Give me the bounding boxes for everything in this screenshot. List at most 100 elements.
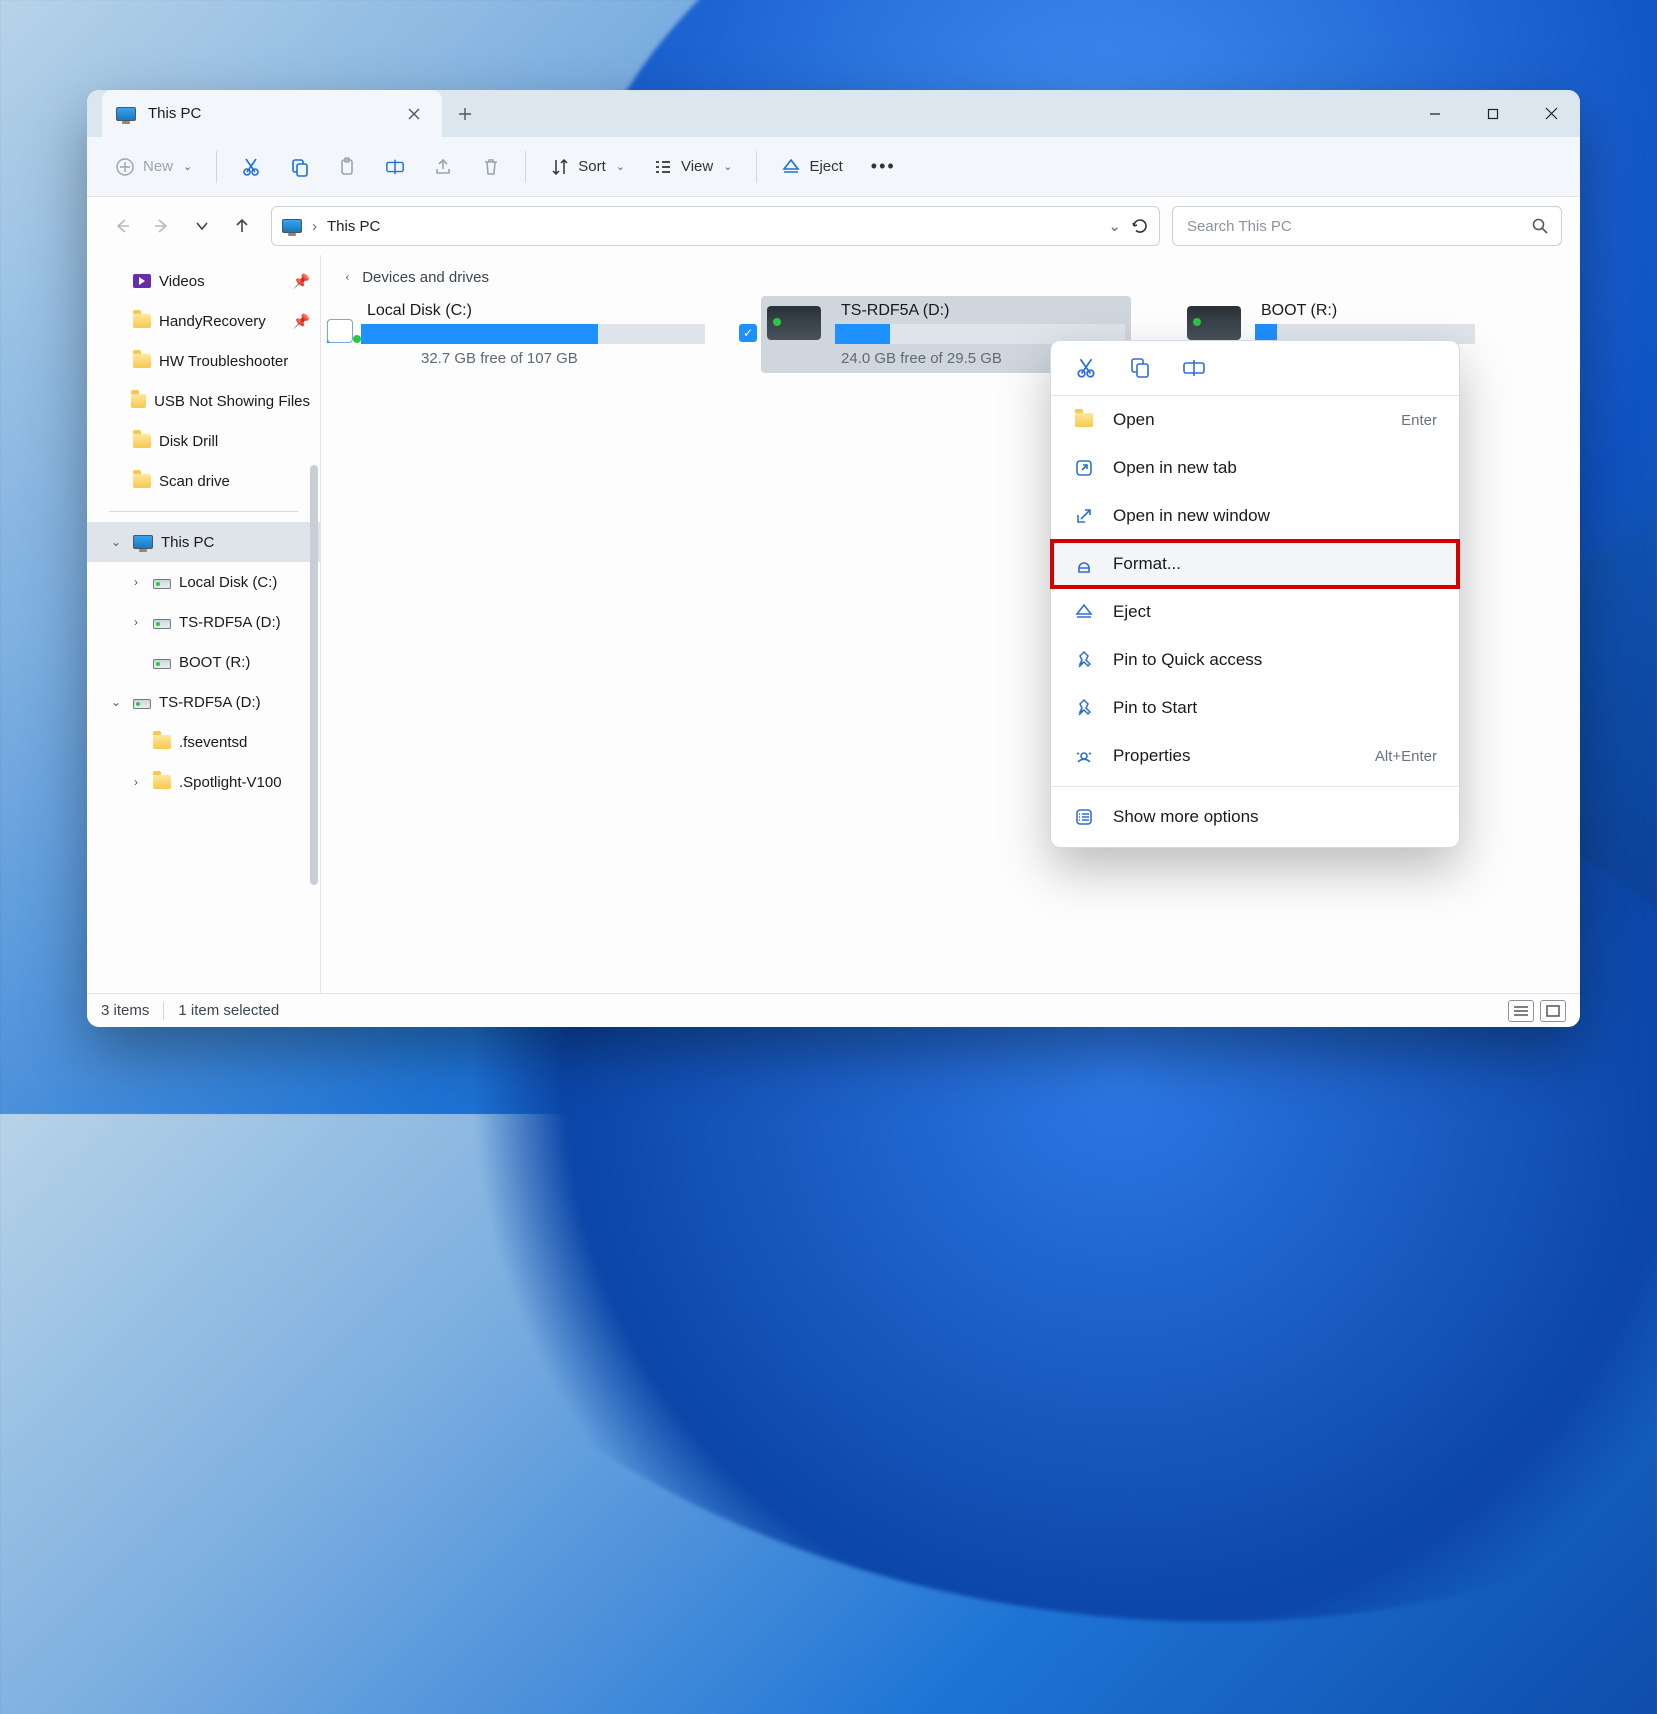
- new-tab-button[interactable]: [442, 91, 488, 137]
- sidebar-item-hw-troubleshooter[interactable]: HW Troubleshooter: [87, 341, 320, 381]
- sort-button[interactable]: Sort⌄: [540, 151, 635, 183]
- expand-toggle[interactable]: ⌄: [107, 695, 125, 709]
- copy-icon: [1129, 357, 1151, 379]
- cut-button[interactable]: [231, 151, 271, 183]
- expand-toggle[interactable]: ⌄: [107, 535, 125, 549]
- pin-icon: [1074, 698, 1094, 718]
- sidebar-item-label: HW Troubleshooter: [159, 353, 288, 370]
- tab-close-button[interactable]: [400, 100, 428, 128]
- status-bar: 3 items 1 item selected: [87, 993, 1580, 1027]
- sidebar-item-label: Disk Drill: [159, 433, 218, 450]
- nav-recent-button[interactable]: [185, 209, 219, 243]
- tab-title: This PC: [148, 105, 388, 122]
- ctx-label: Open in new window: [1113, 506, 1270, 526]
- sidebar-item-label: USB Not Showing Files: [154, 393, 310, 410]
- ctx-properties[interactable]: Properties Alt+Enter: [1051, 732, 1459, 780]
- this-pc-icon: [282, 219, 302, 233]
- plus-icon: [458, 107, 472, 121]
- sidebar-item-ts-rdf5a-d[interactable]: ›TS-RDF5A (D:): [87, 602, 320, 642]
- ctx-copy-button[interactable]: [1127, 355, 1153, 381]
- view-label: View: [681, 158, 713, 175]
- nav-forward-button[interactable]: [145, 209, 179, 243]
- sidebar-item-local-disk-c[interactable]: › Local Disk (C:): [87, 562, 320, 602]
- delete-button[interactable]: [471, 151, 511, 183]
- ctx-open-new-tab[interactable]: Open in new tab: [1051, 444, 1459, 492]
- nav-up-button[interactable]: [225, 209, 259, 243]
- folder-icon: [133, 354, 151, 368]
- group-devices-and-drives[interactable]: ⌄ Devices and drives: [343, 269, 1560, 286]
- ctx-eject[interactable]: Eject: [1051, 588, 1459, 636]
- arrow-left-icon: [113, 217, 131, 235]
- ctx-show-more-options[interactable]: Show more options: [1051, 793, 1459, 841]
- drive-local-disk-c[interactable]: Local Disk (C:) 32.7 GB free of 107 GB: [341, 296, 711, 373]
- nav-back-button[interactable]: [105, 209, 139, 243]
- rename-icon: [385, 157, 405, 177]
- sort-icon: [550, 157, 570, 177]
- breadcrumb-this-pc[interactable]: This PC: [327, 218, 380, 235]
- window-maximize-button[interactable]: [1464, 90, 1522, 137]
- ctx-cut-button[interactable]: [1073, 355, 1099, 381]
- ctx-open-new-window[interactable]: Open in new window: [1051, 492, 1459, 540]
- sidebar-item-ts-rdf5a-d-ext[interactable]: ⌄TS-RDF5A (D:): [87, 682, 320, 722]
- view-large-icons-button[interactable]: [1540, 1000, 1566, 1022]
- new-window-icon: [1074, 506, 1094, 526]
- paste-icon: [337, 157, 357, 177]
- properties-icon: [1074, 746, 1094, 766]
- ctx-label: Format...: [1113, 554, 1181, 574]
- window-minimize-button[interactable]: [1406, 90, 1464, 137]
- sidebar-item-usb-not-showing[interactable]: USB Not Showing Files: [87, 381, 320, 421]
- view-details-button[interactable]: [1508, 1000, 1534, 1022]
- drive-icon: [1187, 306, 1241, 340]
- sidebar-item-spotlight[interactable]: ›.Spotlight-V100: [87, 762, 320, 802]
- eject-button[interactable]: Eject: [771, 151, 852, 183]
- sidebar-item-videos[interactable]: Videos📌: [87, 261, 320, 301]
- window-close-button[interactable]: [1522, 90, 1580, 137]
- paste-button[interactable]: [327, 151, 367, 183]
- sidebar-item-fseventsd[interactable]: .fseventsd: [87, 722, 320, 762]
- search-input[interactable]: [1185, 217, 1521, 236]
- expand-toggle[interactable]: ›: [127, 775, 145, 789]
- selection-check-icon[interactable]: ✓: [739, 324, 757, 342]
- folder-icon: [133, 474, 151, 488]
- sidebar-item-scan-drive[interactable]: Scan drive: [87, 461, 320, 501]
- ctx-format[interactable]: Format...: [1051, 540, 1459, 588]
- this-pc-icon: [116, 107, 136, 121]
- view-button[interactable]: View⌄: [643, 151, 742, 183]
- ctx-shortcut: Alt+Enter: [1375, 748, 1437, 765]
- address-history-button[interactable]: ⌄: [1108, 217, 1121, 235]
- rename-button[interactable]: [375, 151, 415, 183]
- new-button[interactable]: New ⌄: [105, 151, 202, 183]
- search-box[interactable]: [1172, 206, 1562, 246]
- group-label: Devices and drives: [362, 269, 489, 286]
- more-button[interactable]: •••: [861, 150, 906, 183]
- sidebar-item-disk-drill[interactable]: Disk Drill: [87, 421, 320, 461]
- expand-toggle[interactable]: ›: [127, 575, 145, 589]
- ctx-rename-button[interactable]: [1181, 355, 1207, 381]
- sidebar: Videos📌 HandyRecovery📌 HW Troubleshooter…: [87, 255, 321, 993]
- sidebar-item-label: Videos: [159, 273, 205, 290]
- tab-this-pc[interactable]: This PC: [102, 90, 442, 137]
- copy-button[interactable]: [279, 151, 319, 183]
- share-button[interactable]: [423, 151, 463, 183]
- sidebar-scrollbar[interactable]: [310, 465, 318, 885]
- cut-icon: [241, 157, 261, 177]
- format-icon: [1074, 554, 1094, 574]
- sidebar-item-this-pc[interactable]: ⌄This PC: [87, 522, 320, 562]
- sidebar-item-label: Local Disk (C:): [179, 574, 277, 591]
- refresh-button[interactable]: [1131, 217, 1149, 235]
- ctx-label: Properties: [1113, 746, 1190, 766]
- ctx-pin-start[interactable]: Pin to Start: [1051, 684, 1459, 732]
- sidebar-item-boot-r[interactable]: BOOT (R:): [87, 642, 320, 682]
- folder-icon: [133, 434, 151, 448]
- sidebar-item-handyrecovery[interactable]: HandyRecovery📌: [87, 301, 320, 341]
- arrow-right-icon: [153, 217, 171, 235]
- expand-toggle[interactable]: ›: [127, 615, 145, 629]
- ctx-label: Open in new tab: [1113, 458, 1237, 478]
- capacity-bar: [361, 324, 705, 344]
- ctx-pin-quick-access[interactable]: Pin to Quick access: [1051, 636, 1459, 684]
- drive-free-text: 32.7 GB free of 107 GB: [415, 350, 705, 367]
- folder-icon: [131, 394, 147, 408]
- status-selected-count: 1 item selected: [178, 1002, 279, 1019]
- address-bar[interactable]: › This PC ⌄: [271, 206, 1160, 246]
- ctx-open[interactable]: Open Enter: [1051, 396, 1459, 444]
